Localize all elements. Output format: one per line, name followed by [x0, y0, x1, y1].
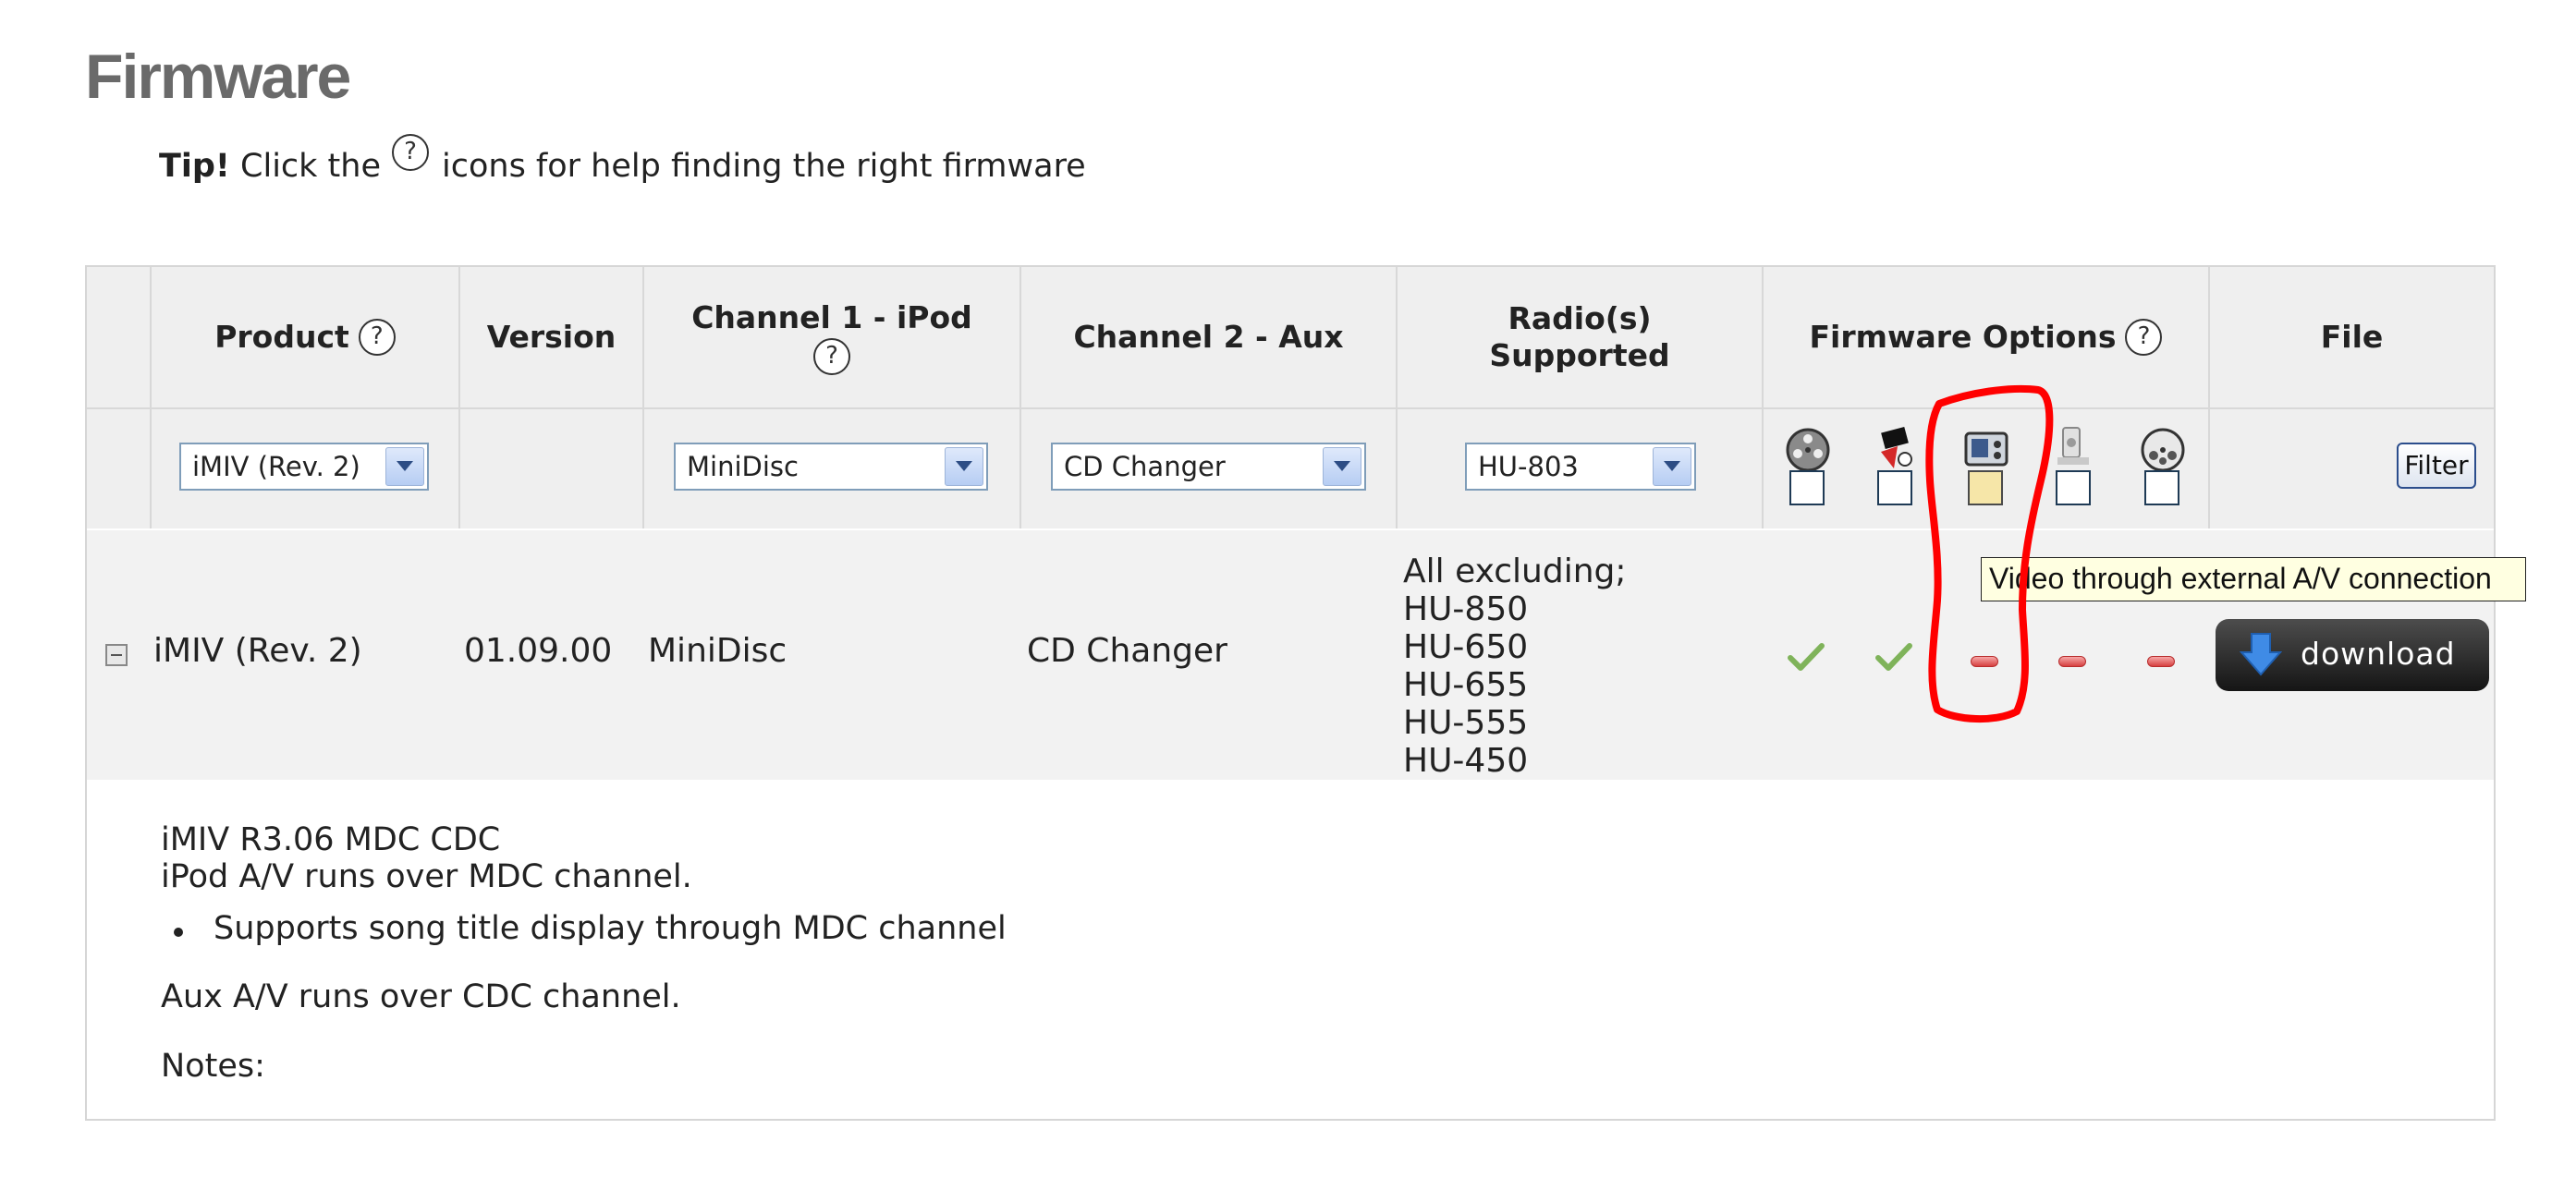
minus-icon [2058, 656, 2086, 667]
cd-icon [2141, 428, 2185, 472]
option-checkbox-1[interactable] [1789, 470, 1825, 505]
channel2-select[interactable]: CD Changer [1051, 443, 1366, 491]
help-icon[interactable]: ? [2125, 319, 2163, 356]
chevron-down-icon[interactable] [1323, 447, 1361, 486]
details-bullet: Supports song title display through MDC … [214, 910, 1007, 947]
help-icon[interactable]: ? [358, 319, 396, 356]
header-channel1: Channel 1 - iPod ? [644, 267, 1019, 407]
tip-text: Tip! Click the? icons for help finding th… [159, 134, 1086, 186]
details-line: iMIV R3.06 MDC CDC [161, 821, 501, 858]
chevron-down-icon[interactable] [1653, 447, 1691, 486]
filter-button[interactable]: Filter [2397, 443, 2476, 489]
check-icon [1788, 643, 1825, 671]
tip-before: Click the [240, 148, 381, 185]
details-notes: Notes: [161, 1048, 265, 1085]
header-radios: Radio(s) Supported [1489, 300, 1670, 373]
header-channel2: Channel 2 - Aux [1073, 319, 1344, 355]
details-line: Aux A/V runs over CDC channel. [161, 978, 681, 1015]
minus-icon [2147, 656, 2175, 667]
tooltip: Video through external A/V connection [1981, 557, 2526, 601]
header-product: Product? [152, 267, 458, 407]
firmware-table: Product? Version Channel 1 - iPod ? Chan… [85, 265, 2496, 1121]
details-line: iPod A/V runs over MDC channel. [161, 858, 692, 895]
row-product: iMIV (Rev. 2) [153, 632, 362, 670]
option-checkbox-4[interactable] [2056, 470, 2091, 505]
option-checkbox-2[interactable] [1877, 470, 1912, 505]
film-reel-icon [1786, 428, 1830, 472]
radio-select[interactable]: HU-803 [1465, 443, 1696, 491]
download-button[interactable]: download [2216, 619, 2489, 691]
product-select[interactable]: iMIV (Rev. 2) [179, 443, 429, 491]
page-title: Firmware [85, 42, 351, 112]
option-checkbox-3[interactable] [1968, 470, 2003, 505]
row-radios: All excluding; HU-850 HU-650 HU-655 HU-5… [1403, 552, 1627, 780]
ipod-video-icon [1881, 426, 1912, 468]
chevron-down-icon[interactable] [385, 447, 424, 486]
header-version: Version [486, 319, 617, 355]
check-icon [1875, 643, 1912, 671]
accessory-icon [2057, 427, 2089, 465]
table-header: Product? Version Channel 1 - iPod ? Chan… [87, 267, 2494, 528]
help-icon[interactable]: ? [813, 338, 850, 375]
header-file: File [2320, 319, 2384, 355]
help-icon: ? [392, 134, 429, 171]
option-checkbox-5[interactable] [2144, 470, 2179, 505]
row-channel2: CD Changer [1027, 632, 1227, 670]
channel1-select[interactable]: MiniDisc [674, 443, 988, 491]
collapse-icon[interactable] [105, 644, 128, 666]
bullet-icon [174, 928, 183, 937]
tip-after: icons for help finding the right firmwar… [442, 148, 1086, 185]
chevron-down-icon[interactable] [945, 447, 983, 486]
download-arrow-icon [2240, 633, 2282, 676]
tip-label: Tip! [159, 148, 230, 185]
row-channel1: MiniDisc [648, 632, 787, 670]
minus-icon [1971, 656, 1998, 667]
external-av-icon [1964, 431, 2008, 467]
row-version: 01.09.00 [464, 632, 613, 670]
header-firmware-options: Firmware Options? [1764, 267, 2208, 407]
